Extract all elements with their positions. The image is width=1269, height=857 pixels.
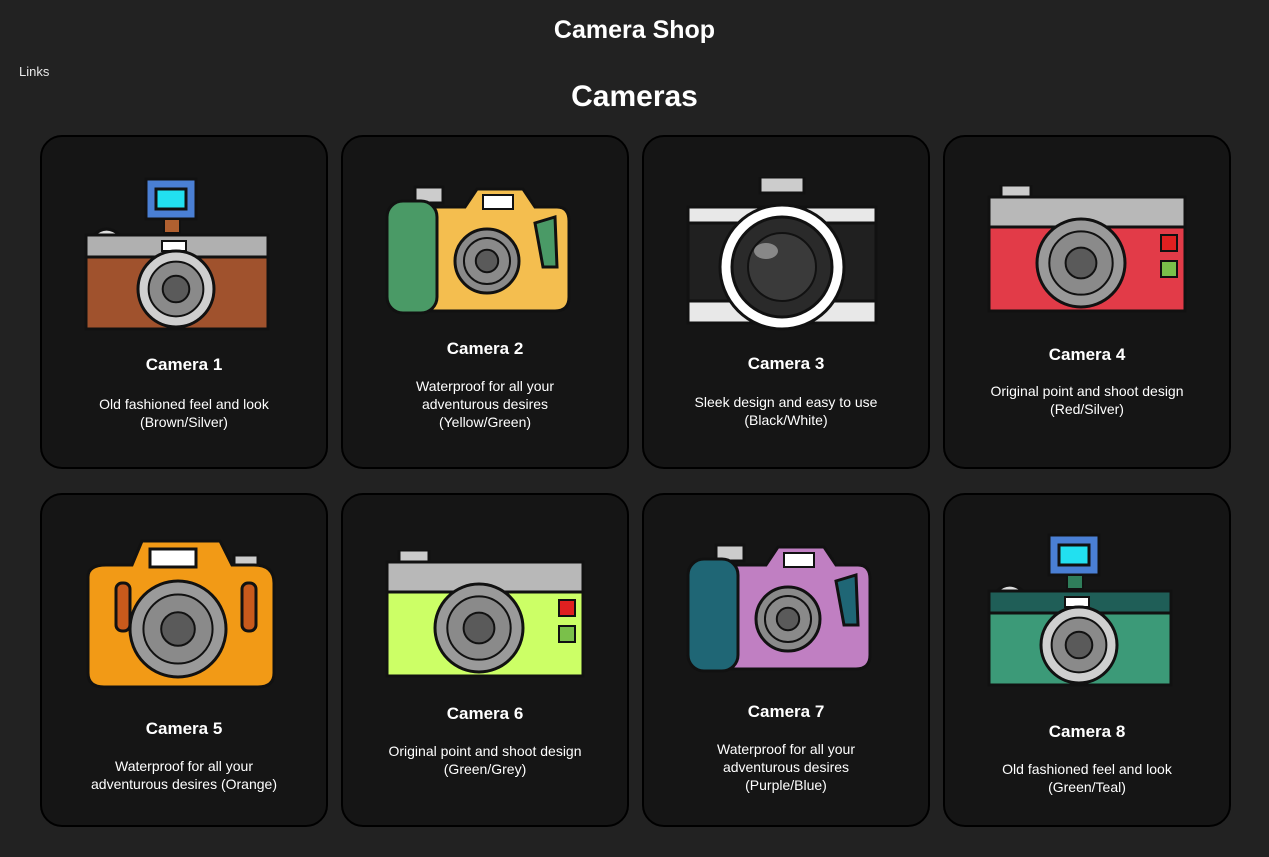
camera-card[interactable]: Camera 8 Old fashioned feel and look (Gre… — [943, 493, 1231, 827]
camera-description: Old fashioned feel and look (Brown/Silve… — [99, 396, 269, 430]
camera-name: Camera 1 — [145, 355, 223, 374]
camera-card[interactable]: Camera 3 Sleek design and easy to use (Bl… — [642, 135, 930, 469]
site-title: Camera Shop — [553, 16, 716, 44]
camera-name: Camera 4 — [1048, 345, 1126, 364]
camera-description: Sleek design and easy to use (Black/Whit… — [694, 394, 878, 428]
camera-card[interactable]: Camera 7 Waterproof for all your adventur… — [642, 493, 930, 827]
camera-description: Original point and shoot design (Red/Sil… — [990, 383, 1184, 417]
camera-name: Camera 2 — [446, 339, 524, 358]
camera-card[interactable]: Camera 2 Waterproof for all your adventur… — [341, 135, 629, 469]
camera-card[interactable]: Camera 1 Old fashioned feel and look (Bro… — [40, 135, 328, 469]
camera-name: Camera 8 — [1048, 722, 1126, 741]
camera-image — [987, 185, 1187, 313]
camera-image — [385, 550, 585, 678]
camera-image — [987, 533, 1173, 687]
camera-name: Camera 5 — [145, 719, 223, 738]
camera-image — [86, 539, 276, 689]
camera-name: Camera 3 — [747, 354, 825, 373]
camera-name: Camera 6 — [446, 704, 524, 723]
camera-image — [686, 543, 872, 673]
camera-description: Waterproof for all your adventurous desi… — [717, 741, 855, 793]
camera-image — [84, 177, 270, 331]
camera-description: Old fashioned feel and look (Green/Teal) — [1002, 761, 1172, 795]
camera-image — [686, 177, 878, 331]
camera-card[interactable]: Camera 4 Original point and shoot design … — [943, 135, 1231, 469]
section-title: Cameras — [571, 80, 698, 113]
camera-image — [385, 185, 571, 315]
camera-description: Waterproof for all your adventurous desi… — [91, 758, 277, 792]
camera-name: Camera 7 — [747, 702, 825, 721]
links-nav-link[interactable]: Links — [19, 64, 49, 79]
camera-card[interactable]: Camera 6 Original point and shoot design … — [341, 493, 629, 827]
camera-description: Original point and shoot design (Green/G… — [388, 743, 582, 777]
camera-description: Waterproof for all your adventurous desi… — [416, 378, 554, 430]
camera-card[interactable]: Camera 5 Waterproof for all your adventur… — [40, 493, 328, 827]
